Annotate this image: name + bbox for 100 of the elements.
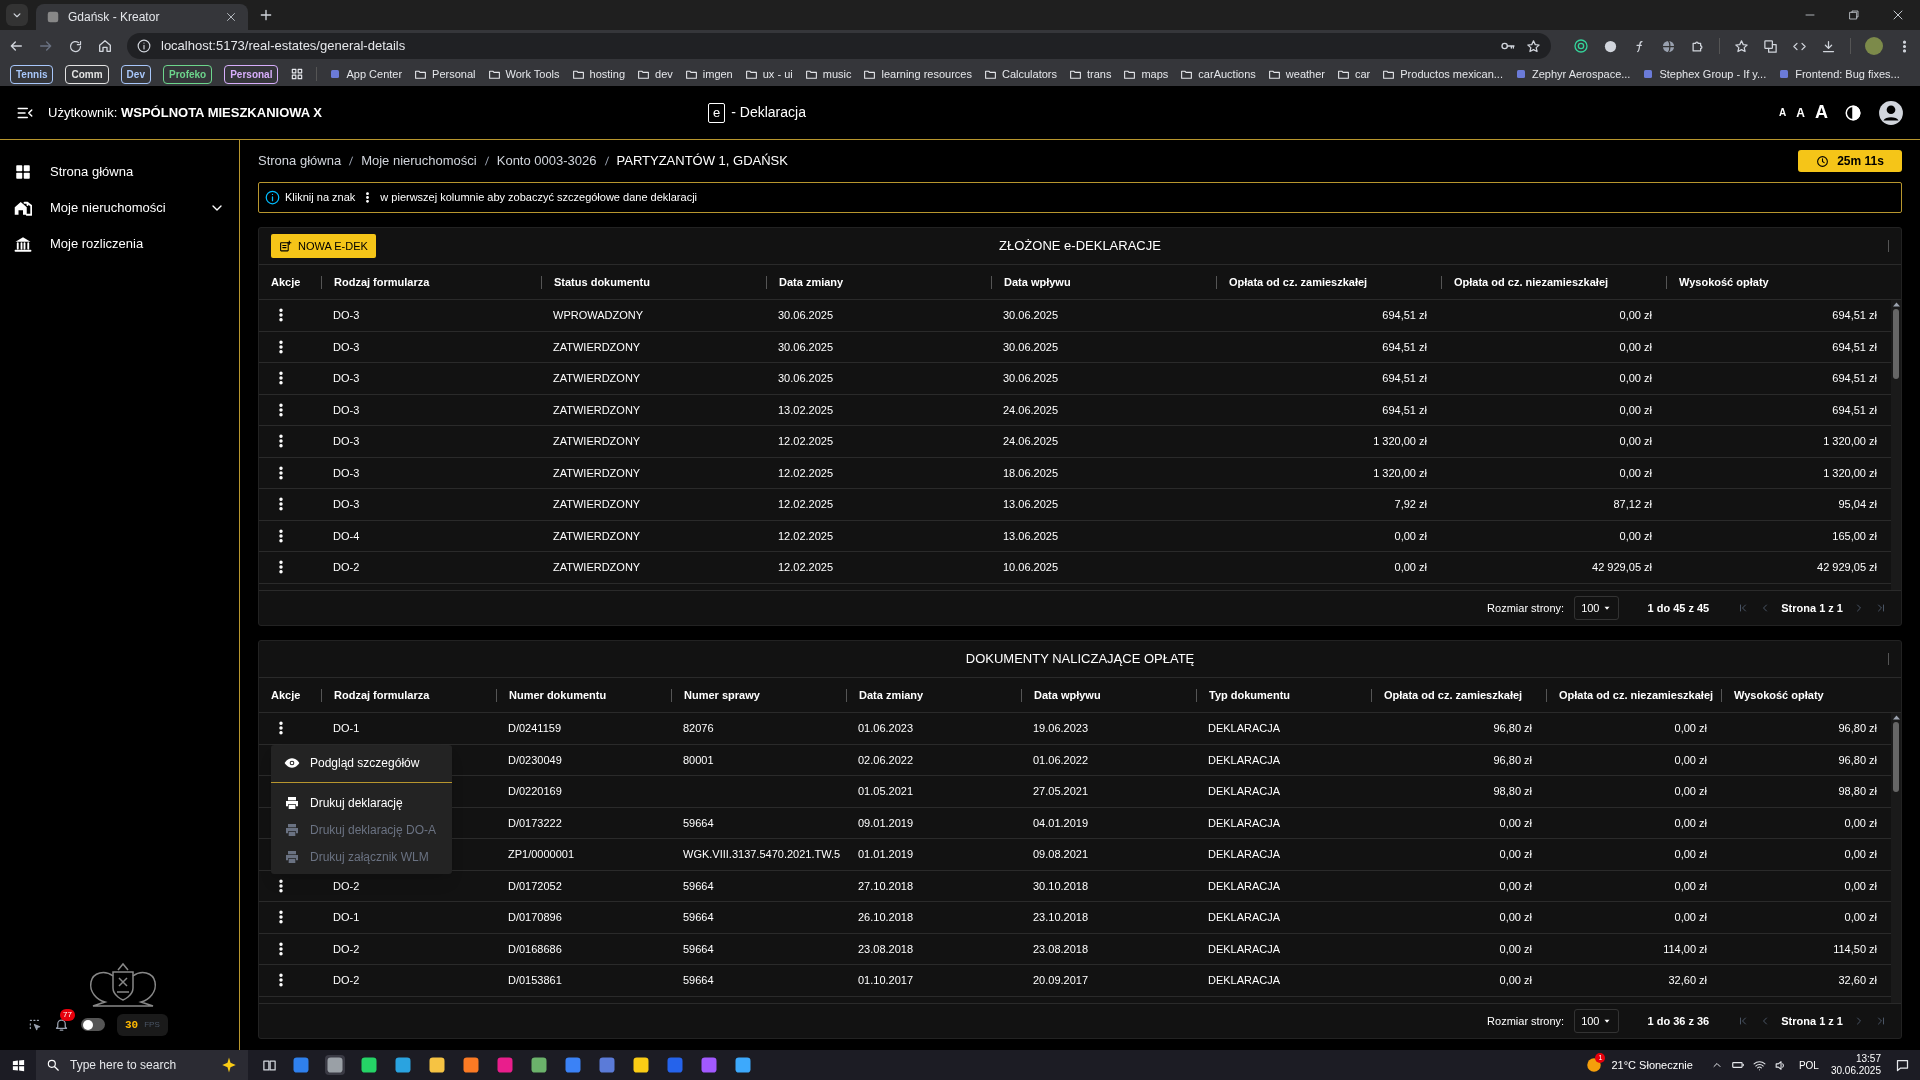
taskbar-app-icon[interactable] — [529, 1055, 549, 1075]
column-header[interactable]: Typ dokumentu — [1209, 686, 1291, 704]
tab-group-chip[interactable]: Profeko — [162, 64, 213, 84]
bookmark-folder[interactable]: Productos mexican... — [1400, 65, 1503, 83]
column-header[interactable]: Akcje — [271, 273, 301, 291]
taskbar-app-icon[interactable] — [393, 1055, 413, 1075]
bookmark-folder[interactable]: weather — [1285, 65, 1325, 83]
scroll-up-icon[interactable] — [1892, 715, 1900, 720]
star-icon[interactable] — [1526, 38, 1541, 54]
column-header[interactable]: Wysokość opłaty — [1679, 273, 1769, 291]
bookmark-folder[interactable]: Calculators — [1001, 65, 1057, 83]
browser-tab[interactable]: Gdańsk - Kreator — [36, 4, 248, 30]
tab-group-chip[interactable]: Comm — [65, 64, 109, 84]
sidebar-item[interactable]: Moje rozliczenia — [0, 226, 239, 262]
bookmark-folder[interactable]: car — [1355, 65, 1371, 83]
bookmark-folder[interactable]: trans — [1087, 65, 1112, 83]
taskbar-app-icon[interactable] — [427, 1055, 447, 1075]
taskbar-app-icon[interactable] — [461, 1055, 481, 1075]
bookmark-folder[interactable]: learning resources — [881, 65, 972, 83]
clock[interactable]: 13:57 30.06.2025 — [1830, 1053, 1881, 1077]
font-size-button[interactable]: A — [1779, 105, 1787, 120]
taskbar-app-icon[interactable] — [359, 1055, 379, 1075]
toggle-switch[interactable] — [81, 1018, 105, 1032]
apps-icon[interactable] — [290, 67, 305, 81]
menu-item[interactable]: Drukuj deklarację — [271, 789, 452, 816]
wifi-icon[interactable] — [1752, 1058, 1766, 1072]
bookmark-folder[interactable]: hosting — [589, 65, 626, 83]
bookmark-link[interactable]: Frontend: Bug fixes... — [1795, 65, 1900, 83]
speaker-icon[interactable] — [1773, 1058, 1787, 1072]
column-header[interactable]: Opłata od cz. zamieszkałej — [1229, 273, 1368, 291]
select-icon[interactable] — [28, 1017, 42, 1032]
scrollbar[interactable] — [1891, 713, 1901, 1003]
extension-icon[interactable] — [1573, 38, 1589, 54]
bookmark-link[interactable]: Stephex Group - If y... — [1659, 65, 1767, 83]
column-header[interactable]: Data zmiany — [859, 686, 924, 704]
page-size-select[interactable]: 100 — [1574, 596, 1620, 620]
scroll-up-icon[interactable] — [1892, 302, 1900, 307]
bookmark-link[interactable]: Zephyr Aerospace... — [1532, 65, 1631, 83]
column-header[interactable]: Numer sprawy — [684, 686, 760, 704]
bookmark-folder[interactable]: carAuctions — [1198, 65, 1256, 83]
windows-start-icon[interactable] — [10, 1057, 26, 1073]
column-header[interactable]: Opłata od cz. niezamieszkałej — [1454, 273, 1609, 291]
bookmark-folder[interactable]: Work Tools — [505, 65, 560, 83]
breadcrumb-link[interactable]: Konto 0003-3026 — [496, 151, 597, 171]
address-bar[interactable]: localhost:5173/real-estates/general-details — [127, 33, 1551, 59]
tab-group-chip[interactable]: Tennis — [10, 64, 54, 84]
reload-icon[interactable] — [68, 38, 83, 54]
bookmark-link[interactable]: App Center — [346, 65, 403, 83]
column-header[interactable]: Wysokość opłaty — [1734, 686, 1824, 704]
profile-avatar[interactable] — [1865, 37, 1883, 55]
taskbar-app-icon[interactable] — [631, 1055, 651, 1075]
breadcrumb-link[interactable]: Strona główna — [258, 151, 342, 171]
tab-group-chip[interactable]: Dev — [120, 64, 151, 84]
taskbar-app-icon[interactable] — [563, 1055, 583, 1075]
taskbar-app-icon[interactable] — [733, 1055, 753, 1075]
star-icon[interactable] — [1734, 38, 1749, 54]
font-size-button[interactable]: A — [1815, 99, 1828, 126]
taskbar-search-field[interactable]: Type here to search — [70, 1056, 210, 1074]
column-header[interactable]: Opłata od cz. zamieszkałej — [1384, 686, 1523, 704]
download-icon[interactable] — [1821, 38, 1836, 54]
back-icon[interactable] — [8, 38, 24, 54]
translate-icon[interactable] — [1763, 38, 1778, 54]
new-declaration-button[interactable]: NOWA E-DEK — [271, 234, 376, 258]
taskbar-app-icon[interactable] — [325, 1055, 345, 1075]
column-header[interactable]: Numer dokumentu — [509, 686, 607, 704]
bookmark-folder[interactable]: dev — [655, 65, 673, 83]
home-icon[interactable] — [97, 38, 113, 54]
column-header[interactable]: Data wpływu — [1034, 686, 1101, 704]
column-header[interactable]: Opłata od cz. niezamieszkałej — [1559, 686, 1714, 704]
new-tab-icon[interactable] — [258, 7, 274, 23]
column-header[interactable]: Rodzaj formularza — [334, 686, 430, 704]
bookmark-folder[interactable]: Personal — [432, 65, 476, 83]
taskbar-search-box[interactable]: Type here to search — [36, 1050, 248, 1080]
bell-icon[interactable] — [54, 1017, 69, 1033]
page-size-select[interactable]: 100 — [1574, 1009, 1620, 1033]
scrollbar[interactable] — [1891, 300, 1901, 590]
column-header[interactable]: Rodzaj formularza — [334, 273, 430, 291]
sidebar-item[interactable]: Moje nieruchomości — [0, 190, 239, 226]
user-avatar-icon[interactable] — [1878, 99, 1904, 126]
task-view-icon[interactable] — [262, 1057, 277, 1073]
tab-group-chip[interactable]: Personal — [224, 64, 279, 84]
notifications-icon[interactable] — [1895, 1057, 1910, 1073]
column-header[interactable]: Data wpływu — [1004, 273, 1071, 291]
weather-text[interactable]: 21°C Słonecznie — [1611, 1056, 1693, 1074]
sidebar-item[interactable]: Strona główna — [0, 154, 239, 190]
bookmark-folder[interactable]: music — [822, 65, 852, 83]
bookmark-folder[interactable]: ux - ui — [762, 65, 793, 83]
tab-search-button[interactable] — [6, 4, 28, 26]
breadcrumb-link[interactable]: Moje nieruchomości — [361, 151, 477, 171]
column-header[interactable]: Status dokumentu — [554, 273, 650, 291]
close-icon[interactable] — [224, 10, 238, 24]
language-indicator[interactable]: POL — [1798, 1057, 1819, 1073]
extension-icon[interactable] — [1603, 38, 1618, 54]
column-header[interactable]: Akcje — [271, 686, 301, 704]
menu-item[interactable]: Podgląd szczegółów — [271, 749, 452, 776]
globe-icon[interactable] — [1661, 38, 1676, 54]
bookmark-folder[interactable]: maps — [1141, 65, 1169, 83]
contrast-icon[interactable] — [1844, 103, 1862, 122]
font-size-button[interactable]: A — [1796, 103, 1805, 122]
session-timer-button[interactable]: 25m 11s — [1798, 150, 1902, 172]
